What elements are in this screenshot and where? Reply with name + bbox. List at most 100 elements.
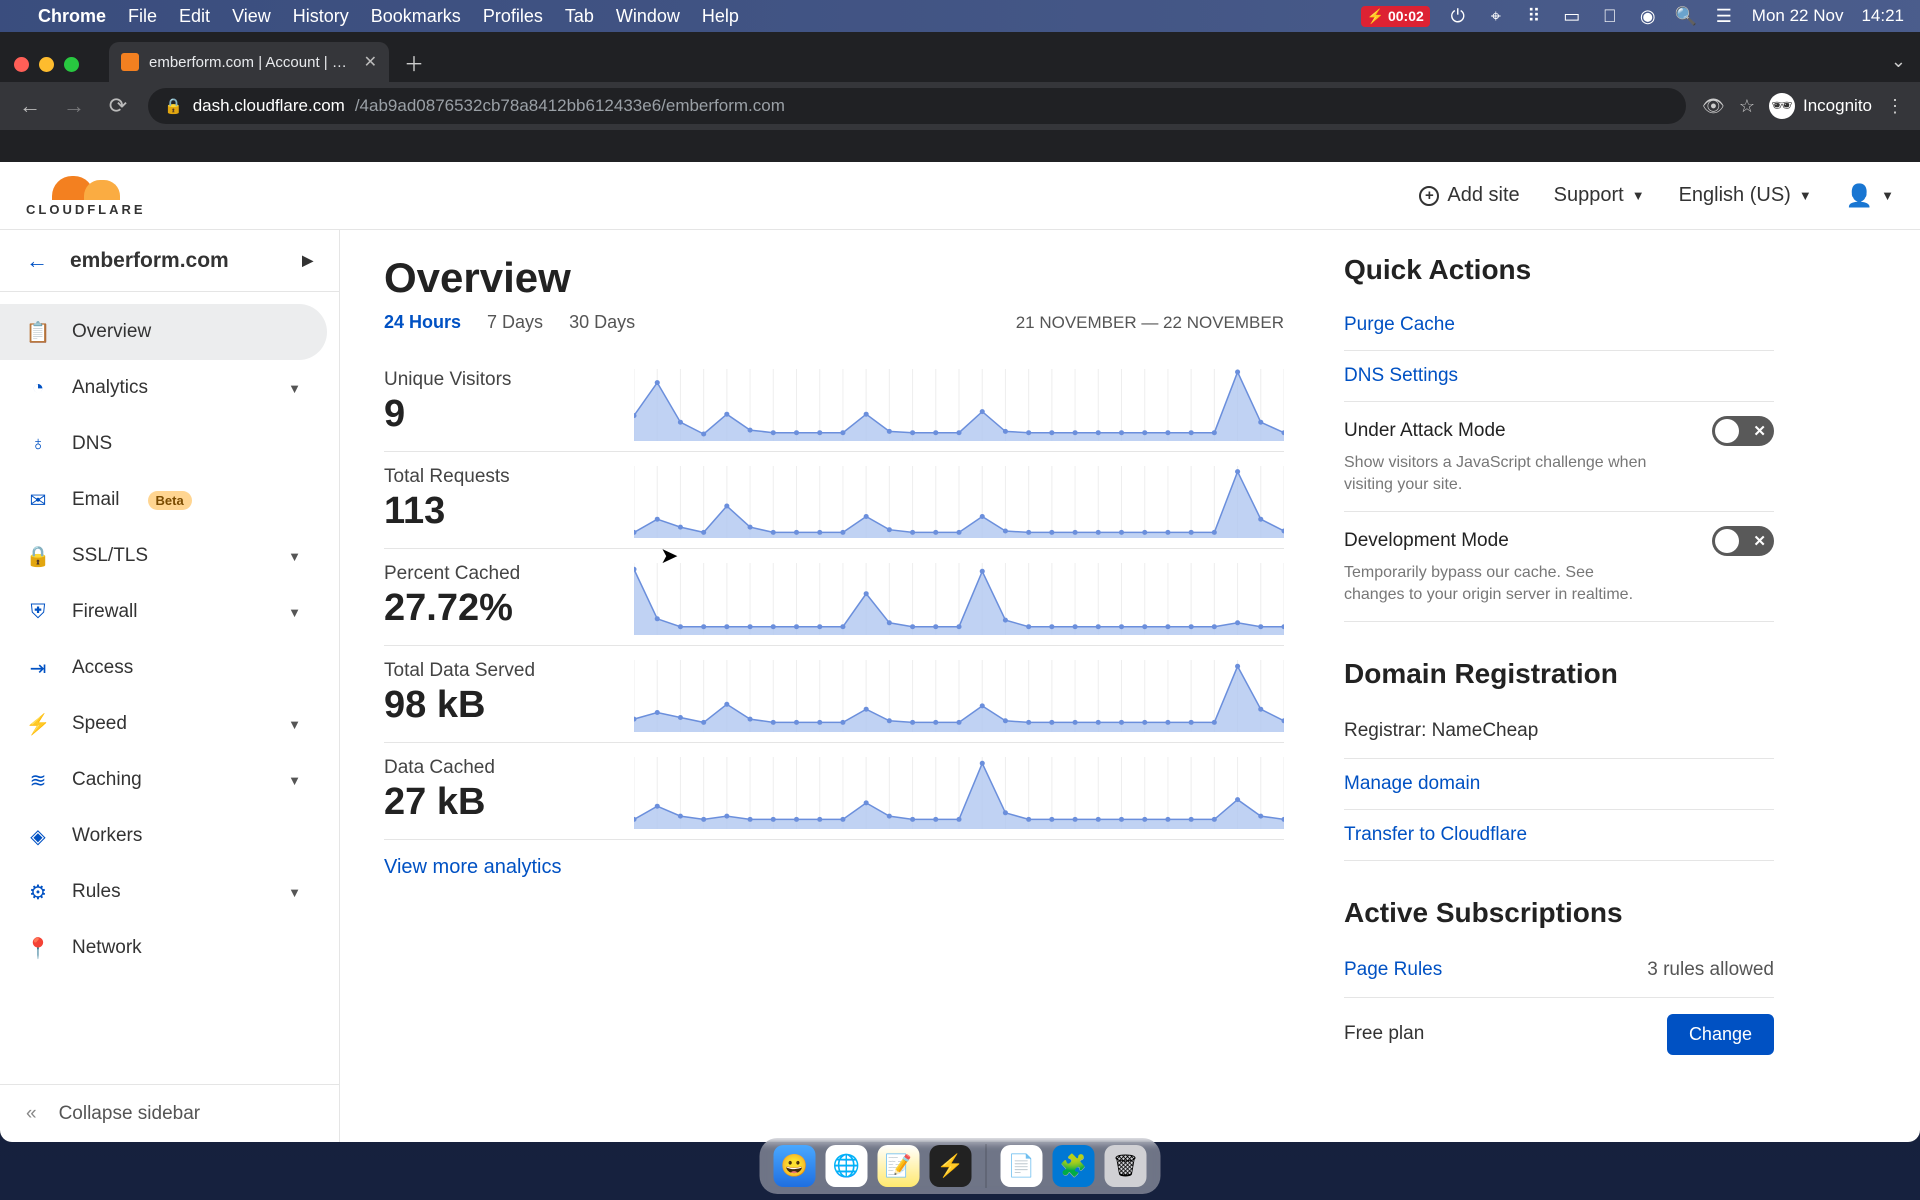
dns-settings-link[interactable]: DNS Settings: [1344, 351, 1774, 402]
dev-mode-title: Development Mode: [1344, 530, 1509, 552]
sidebar-item-dns[interactable]: ♁ DNS: [0, 416, 327, 472]
tab-strip: emberform.com | Account | Clo ✕ ＋ ⌄: [0, 32, 1920, 82]
account-dropdown[interactable]: 👤▼: [1846, 183, 1894, 209]
dock-trash[interactable]: 🗑: [1105, 1145, 1147, 1187]
sidebar-item-email[interactable]: ✉ Email Beta: [0, 472, 327, 528]
new-tab-button[interactable]: ＋: [399, 47, 429, 77]
under-attack-row: Under Attack Mode ✕ Show visitors a Java…: [1344, 402, 1774, 512]
cloudflare-logo[interactable]: CLOUDFLARE: [26, 174, 146, 217]
incognito-badge[interactable]: 🕶Incognito: [1769, 93, 1872, 119]
minimize-window-button[interactable]: [39, 57, 54, 72]
chevron-down-icon: ▼: [288, 381, 301, 396]
window-controls: [14, 57, 79, 72]
sidebar-item-firewall[interactable]: ⛨ Firewall ▼: [0, 584, 327, 640]
fullscreen-window-button[interactable]: [64, 57, 79, 72]
view-more-analytics-link[interactable]: View more analytics: [384, 856, 561, 879]
battery-icon[interactable]: ▭: [1562, 6, 1582, 26]
metric-row: Unique Visitors 9: [384, 355, 1284, 452]
chevron-down-icon: ▼: [288, 885, 301, 900]
logo-text: CLOUDFLARE: [26, 202, 146, 217]
control-center-icon[interactable]: ◉: [1638, 6, 1658, 26]
battery-status[interactable]: ⚡00:02: [1361, 6, 1430, 27]
sidebar-item-overview[interactable]: 📋 Overview: [0, 304, 327, 360]
close-tab-icon[interactable]: ✕: [364, 52, 377, 72]
dock-finder[interactable]: 😀: [774, 1145, 816, 1187]
siri-icon[interactable]: ☰: [1714, 6, 1734, 26]
range-30d[interactable]: 30 Days: [569, 312, 635, 333]
dots-icon[interactable]: ⠿: [1524, 6, 1544, 26]
change-plan-button[interactable]: Change: [1667, 1014, 1774, 1055]
dock-chrome[interactable]: 🌐: [826, 1145, 868, 1187]
back-arrow-icon[interactable]: ←: [26, 248, 48, 274]
reload-button[interactable]: ⟳: [104, 92, 132, 120]
url-path: /4ab9ad0876532cb78a8412bb612433e6/emberf…: [355, 96, 785, 116]
spotlight-icon[interactable]: 🔍: [1676, 6, 1696, 26]
url-host: dash.cloudflare.com: [193, 96, 345, 116]
dock: 😀 🌐 📝 ⚡ 📄 🧩 🗑: [760, 1138, 1161, 1194]
dev-mode-desc: Temporarily bypass our cache. See change…: [1344, 562, 1654, 607]
back-button[interactable]: ←: [16, 92, 44, 120]
sidebar-item-label: SSL/TLS: [72, 545, 148, 567]
manage-domain-link[interactable]: Manage domain: [1344, 759, 1774, 810]
menu-file[interactable]: File: [128, 6, 157, 27]
dock-pages[interactable]: 📄: [1001, 1145, 1043, 1187]
sidebar-item-label: DNS: [72, 433, 112, 455]
sidebar-item-ssltls[interactable]: 🔒 SSL/TLS ▼: [0, 528, 327, 584]
menubar-app[interactable]: Chrome: [38, 6, 106, 27]
menubar-date[interactable]: Mon 22 Nov: [1752, 6, 1844, 26]
range-24h[interactable]: 24 Hours: [384, 312, 461, 333]
purge-cache-link[interactable]: Purge Cache: [1344, 300, 1774, 351]
tab-overflow-icon[interactable]: ⌄: [1891, 51, 1906, 72]
sidebar-item-label: Overview: [72, 321, 151, 343]
forward-button[interactable]: →: [60, 92, 88, 120]
overflow-menu-icon[interactable]: ⋮: [1886, 96, 1904, 117]
close-window-button[interactable]: [14, 57, 29, 72]
browser-tab[interactable]: emberform.com | Account | Clo ✕: [109, 42, 389, 82]
menu-bookmarks[interactable]: Bookmarks: [371, 6, 461, 27]
power-icon[interactable]: ⏻: [1448, 6, 1468, 26]
dock-notes[interactable]: 📝: [878, 1145, 920, 1187]
sidebar-item-analytics[interactable]: ◔ Analytics ▼: [0, 360, 327, 416]
sidebar-item-workers[interactable]: ◈ Workers: [0, 808, 327, 864]
language-dropdown[interactable]: English (US)▼: [1679, 184, 1812, 207]
shield-icon: ⛨: [26, 601, 50, 624]
bluetooth-icon[interactable]: ⌖: [1486, 6, 1506, 26]
sidebar-item-label: Speed: [72, 713, 127, 735]
menu-profiles[interactable]: Profiles: [483, 6, 543, 27]
menu-tab[interactable]: Tab: [565, 6, 594, 27]
address-bar: ← → ⟳ 🔒 dash.cloudflare.com/4ab9ad087653…: [0, 82, 1920, 130]
dock-terminal[interactable]: ⚡: [930, 1145, 972, 1187]
sidebar-item-rules[interactable]: ⚙ Rules ▼: [0, 864, 327, 920]
menu-edit[interactable]: Edit: [179, 6, 210, 27]
wifi-icon[interactable]: 􀙇: [1600, 6, 1620, 26]
menu-window[interactable]: Window: [616, 6, 680, 27]
site-selector[interactable]: ← emberform.com ▶: [0, 230, 339, 292]
support-dropdown[interactable]: Support▼: [1554, 184, 1645, 207]
dock-vscode[interactable]: 🧩: [1053, 1145, 1095, 1187]
menubar-time[interactable]: 14:21: [1861, 6, 1904, 26]
page-rules-row[interactable]: Page Rules 3 rules allowed: [1344, 943, 1774, 998]
menu-help[interactable]: Help: [702, 6, 739, 27]
dev-mode-toggle[interactable]: ✕: [1712, 526, 1774, 556]
chevron-down-icon: ▼: [288, 717, 301, 732]
add-site-button[interactable]: +Add site: [1419, 184, 1519, 207]
cloud-icon: [52, 174, 120, 200]
sidebar-item-access[interactable]: ⇥ Access: [0, 640, 327, 696]
bookmark-star-icon[interactable]: ☆: [1739, 96, 1755, 117]
sidebar-item-speed[interactable]: ⚡ Speed ▼: [0, 696, 327, 752]
eye-off-icon[interactable]: 👁: [1702, 96, 1725, 117]
range-7d[interactable]: 7 Days: [487, 312, 543, 333]
under-attack-toggle[interactable]: ✕: [1712, 416, 1774, 446]
menu-view[interactable]: View: [232, 6, 271, 27]
url-input[interactable]: 🔒 dash.cloudflare.com/4ab9ad0876532cb78a…: [148, 88, 1686, 124]
sidebar-item-caching[interactable]: ≋ Caching ▼: [0, 752, 327, 808]
transfer-cloudflare-link[interactable]: Transfer to Cloudflare: [1344, 810, 1774, 861]
user-icon: 👤: [1846, 183, 1873, 209]
cloudflare-header: CLOUDFLARE +Add site Support▼ English (U…: [0, 162, 1920, 230]
favicon-icon: [121, 53, 139, 71]
sitemap-icon: ♁: [26, 433, 50, 456]
sidebar-item-label: Rules: [72, 881, 121, 903]
sidebar-item-network[interactable]: 📍 Network: [0, 920, 327, 976]
collapse-sidebar-button[interactable]: « Collapse sidebar: [0, 1084, 339, 1142]
menu-history[interactable]: History: [293, 6, 349, 27]
